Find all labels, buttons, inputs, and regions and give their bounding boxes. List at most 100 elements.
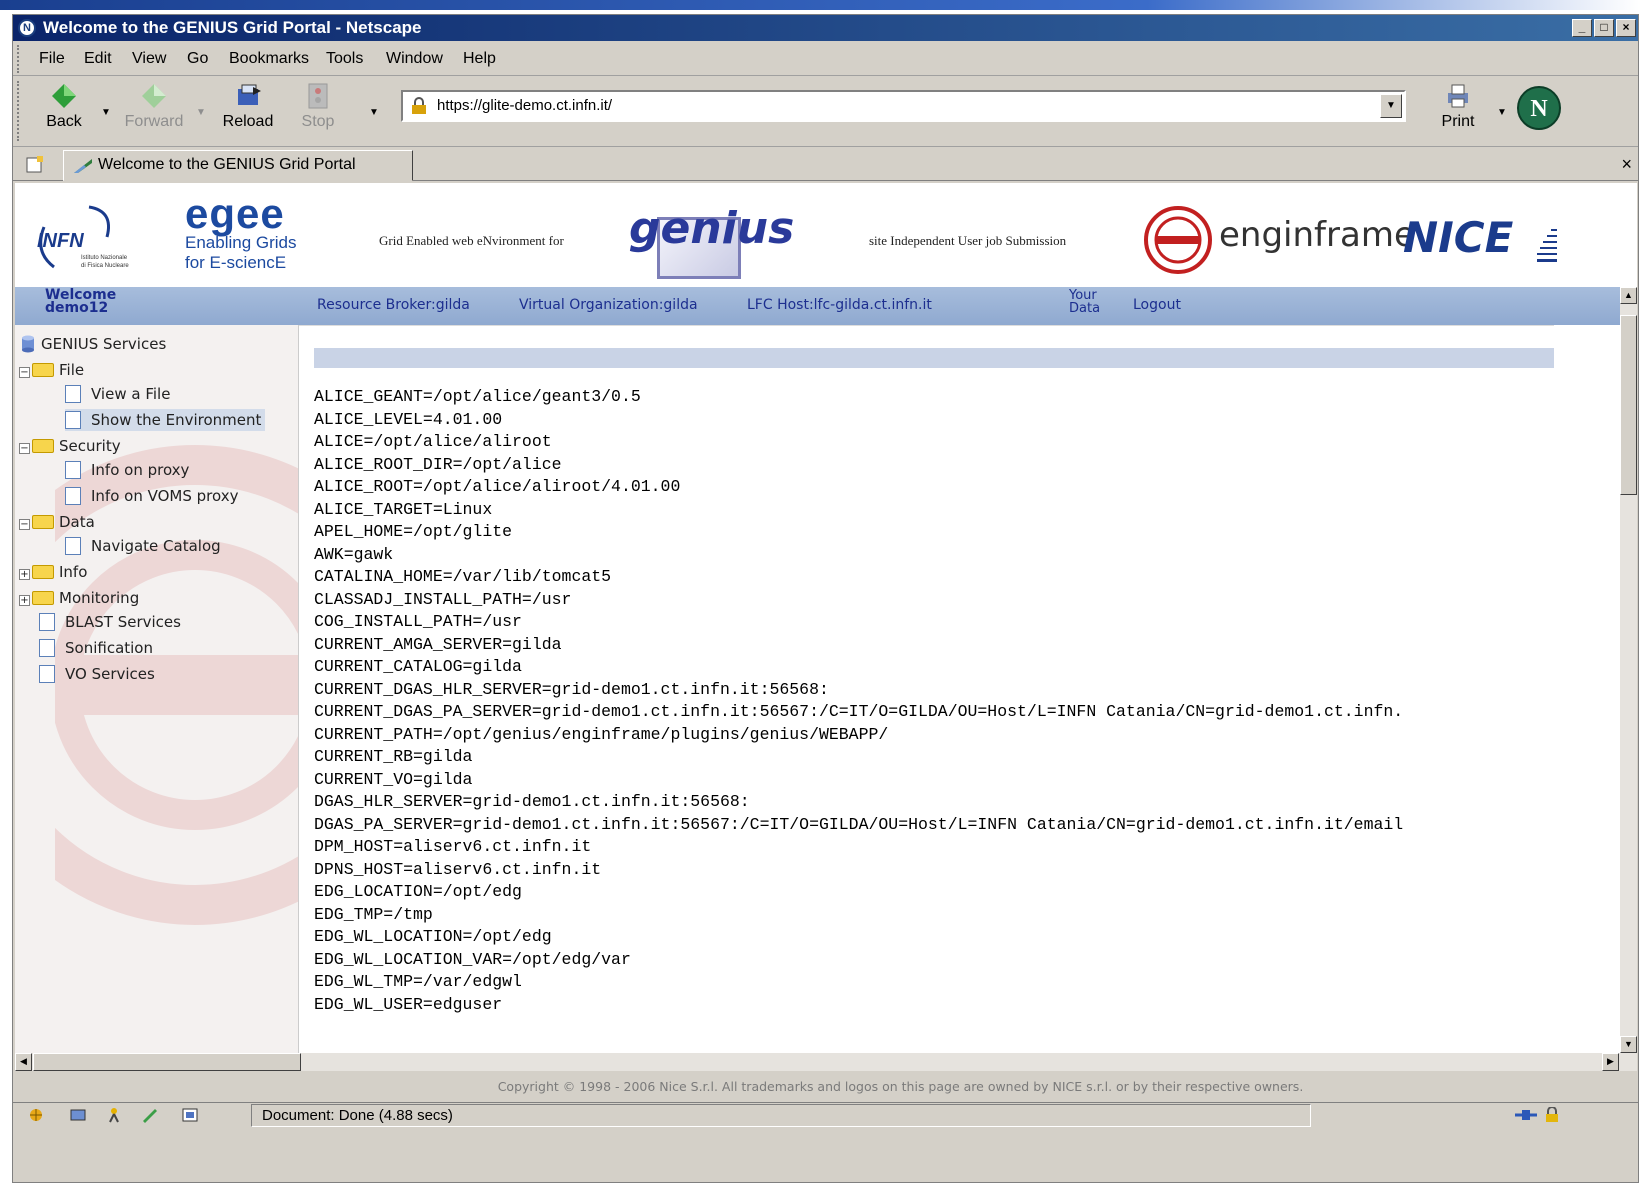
online-status-icon[interactable]	[1513, 1107, 1539, 1123]
menu-tools[interactable]: Tools	[326, 50, 363, 68]
scroll-up-icon[interactable]: ▲	[1620, 287, 1637, 304]
tree-item-view-file[interactable]: View a File	[65, 383, 170, 405]
tree-item-sonification[interactable]: Sonification	[39, 637, 153, 659]
status-text: Document: Done (4.88 secs)	[251, 1104, 1311, 1127]
folder-open-icon	[32, 363, 54, 377]
new-tab-icon[interactable]	[25, 156, 45, 174]
menu-window[interactable]: Window	[386, 50, 443, 68]
env-variable-line: COG_INSTALL_PATH=/usr	[314, 612, 522, 631]
env-variable-line: CURRENT_DGAS_PA_SERVER=grid-demo1.ct.inf…	[314, 702, 1404, 721]
welcome-username: demo12	[45, 300, 109, 316]
tree-folder-data[interactable]: − Data	[19, 511, 95, 533]
presentation-header-bar	[0, 0, 1639, 10]
document-icon	[65, 461, 81, 479]
collapse-icon[interactable]: −	[19, 519, 30, 530]
env-variable-line: CATALINA_HOME=/var/lib/tomcat5	[314, 567, 612, 586]
env-variable-line: ALICE_ROOT=/opt/alice/aliroot/4.01.00	[314, 477, 681, 496]
address-text[interactable]: https://glite-demo.ct.infn.it/	[437, 97, 612, 114]
maximize-button[interactable]: □	[1594, 19, 1614, 37]
egee-line1: Enabling Grids	[185, 233, 297, 252]
printer-icon	[1448, 84, 1468, 108]
tree-item-blast-services[interactable]: BLAST Services	[39, 611, 181, 633]
copyright-footer: Copyright © 1998 - 2006 Nice S.r.l. All …	[497, 1079, 1304, 1094]
expand-icon[interactable]: +	[19, 569, 30, 580]
scrollbar-thumb[interactable]	[1620, 315, 1637, 495]
address-book-icon[interactable]	[181, 1107, 199, 1123]
window-title: Welcome to the GENIUS Grid Portal - Nets…	[43, 18, 422, 37]
menu-go[interactable]: Go	[187, 50, 208, 68]
collapse-icon[interactable]: −	[19, 443, 30, 454]
tree-item-navigate-catalog[interactable]: Navigate Catalog	[65, 535, 221, 557]
your-data-line2[interactable]: Data	[1069, 302, 1100, 315]
back-button[interactable]: Back	[29, 81, 99, 131]
env-variable-line: DGAS_PA_SERVER=grid-demo1.ct.infn.it:565…	[314, 814, 1404, 834]
address-bar[interactable]: https://glite-demo.ct.infn.it/ ▼	[401, 90, 1406, 122]
expand-icon[interactable]: +	[19, 595, 30, 606]
collapse-icon[interactable]: −	[19, 367, 30, 378]
minimize-button[interactable]: _	[1572, 19, 1592, 37]
menu-bookmarks[interactable]: Bookmarks	[229, 50, 309, 68]
tree-folder-info[interactable]: + Info	[19, 561, 87, 583]
env-variable-line: DGAS_HLR_SERVER=grid-demo1.ct.infn.it:56…	[314, 792, 750, 811]
tree-folder-monitoring[interactable]: + Monitoring	[19, 587, 139, 609]
navigator-icon[interactable]	[27, 1107, 45, 1123]
resource-broker-link[interactable]: Resource Broker:gilda	[317, 297, 470, 313]
print-button[interactable]: Print	[1423, 81, 1493, 131]
back-dropdown-icon[interactable]: ▼	[101, 107, 111, 118]
tab-genius-portal[interactable]: Welcome to the GENIUS Grid Portal	[63, 150, 413, 181]
tree-folder-security[interactable]: − Security	[19, 435, 121, 457]
services-cylinder-icon	[22, 335, 34, 353]
menu-help[interactable]: Help	[463, 50, 496, 68]
tree-item-vo-services[interactable]: VO Services	[39, 663, 155, 685]
tree-item-info-voms-proxy[interactable]: Info on VOMS proxy	[65, 485, 238, 507]
document-icon	[65, 487, 81, 505]
scroll-right-icon[interactable]: ▶	[1602, 1053, 1619, 1071]
lfc-host-link[interactable]: LFC Host:lfc-gilda.ct.infn.it	[747, 297, 932, 313]
aim-icon[interactable]	[105, 1107, 123, 1123]
vertical-scrollbar[interactable]: ▲ ▼	[1620, 287, 1637, 1053]
environment-pane: ALICE_GEANT=/opt/alice/geant3/0.5 ALICE_L…	[299, 325, 1554, 1053]
reload-icon	[238, 84, 261, 105]
environment-variable-list: ALICE_GEANT=/opt/alice/geant3/0.5 ALICE_L…	[314, 386, 1403, 1016]
egee-wordmark: egee	[185, 190, 285, 237]
stop-button[interactable]: Stop	[283, 81, 353, 131]
scrollbar-thumb[interactable]	[33, 1053, 301, 1071]
composer-icon[interactable]	[141, 1107, 159, 1123]
stop-icon	[308, 83, 328, 109]
forward-button[interactable]: Forward	[119, 81, 189, 131]
mail-icon[interactable]	[69, 1107, 87, 1123]
close-window-button[interactable]: ×	[1616, 19, 1636, 37]
scroll-left-icon[interactable]: ◀	[15, 1053, 32, 1071]
document-icon	[65, 537, 81, 555]
logout-link[interactable]: Logout	[1133, 297, 1181, 313]
menu-view[interactable]: View	[132, 50, 166, 68]
security-lock-icon[interactable]	[1543, 1107, 1561, 1123]
genius-logo: genius	[627, 203, 807, 279]
menu-edit[interactable]: Edit	[84, 50, 112, 68]
env-variable-line: CURRENT_RB=gilda	[314, 747, 473, 766]
svg-text:di Fisica Nucleare: di Fisica Nucleare	[81, 263, 129, 269]
scroll-down-icon[interactable]: ▼	[1620, 1036, 1637, 1053]
nice-logo: NICE	[1403, 213, 1514, 262]
close-tab-icon[interactable]: ×	[1621, 154, 1632, 175]
tree-root-genius-services[interactable]: GENIUS Services	[21, 333, 166, 355]
forward-dropdown-icon[interactable]: ▼	[196, 107, 206, 118]
address-dropdown-icon[interactable]: ▼	[1380, 94, 1402, 118]
virtual-organization-link[interactable]: Virtual Organization:gilda	[519, 297, 698, 313]
env-variable-line: CLASSADJ_INSTALL_PATH=/usr	[314, 589, 572, 609]
netscape-logo-icon[interactable]: N	[1516, 85, 1562, 131]
tree-item-show-environment[interactable]: Show the Environment	[65, 409, 266, 431]
tree-item-info-proxy[interactable]: Info on proxy	[65, 459, 189, 481]
portal-banner: INFN Istituto Nazionale di Fisica Nuclea…	[15, 183, 1637, 287]
tree-folder-file[interactable]: − File	[19, 359, 84, 381]
reload-button[interactable]: Reload	[213, 81, 283, 131]
env-variable-line: EDG_WL_LOCATION=/opt/edg	[314, 927, 552, 946]
env-variable-line: EDG_WL_USER=edguser	[314, 994, 503, 1014]
menu-file[interactable]: File	[39, 50, 65, 68]
print-dropdown-icon[interactable]: ▼	[1497, 107, 1507, 118]
horizontal-scrollbar[interactable]: ◀ ▶	[15, 1053, 1637, 1071]
netscape-icon: N	[18, 19, 36, 37]
env-variable-line: ALICE_GEANT=/opt/alice/geant3/0.5	[314, 387, 641, 406]
svg-text:INFN: INFN	[37, 230, 84, 252]
stop-dropdown-icon[interactable]: ▼	[369, 107, 379, 118]
